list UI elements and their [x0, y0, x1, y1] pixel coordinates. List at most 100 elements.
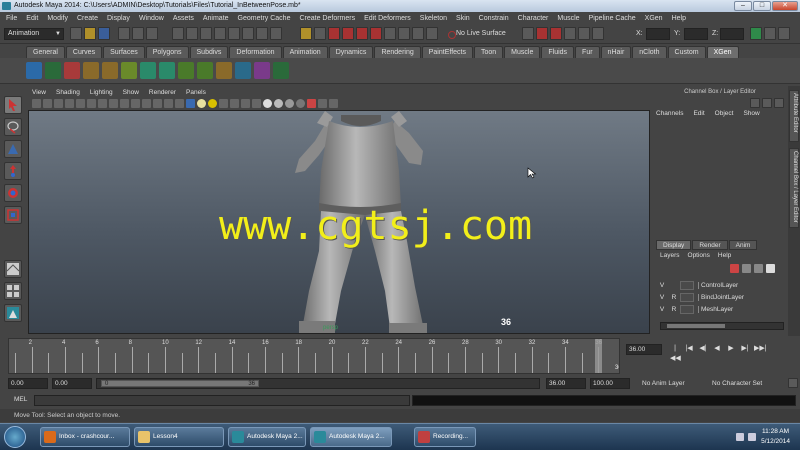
select-curves-icon[interactable]: [200, 27, 212, 40]
highlight-selection-icon[interactable]: [314, 27, 326, 40]
layer-tab-anim[interactable]: Anim: [728, 240, 758, 250]
render-settings-icon[interactable]: [564, 27, 576, 40]
wireframe-icon[interactable]: [153, 99, 162, 108]
timeline-playhead[interactable]: [595, 339, 603, 373]
minimize-button[interactable]: –: [734, 1, 752, 11]
viewport-menu-view[interactable]: View: [32, 88, 46, 98]
snap-grid-icon[interactable]: [328, 27, 340, 40]
menu-assets[interactable]: Assets: [173, 15, 194, 22]
step-forward-key-icon[interactable]: ▶|: [740, 344, 750, 354]
range-slider-handle[interactable]: 0 36: [101, 380, 259, 387]
select-camera-icon[interactable]: [32, 99, 41, 108]
rotate-tool-icon[interactable]: [4, 184, 22, 202]
layer-display-type-toggle[interactable]: R: [668, 294, 680, 301]
wireframe-on-shaded-icon[interactable]: [175, 99, 184, 108]
hud-icon[interactable]: [318, 99, 327, 108]
save-scene-icon[interactable]: [98, 27, 110, 40]
mel-label[interactable]: MEL: [14, 395, 27, 405]
animation-preferences-icon[interactable]: [788, 378, 798, 388]
menu-skin[interactable]: Skin: [456, 15, 470, 22]
menu-muscle[interactable]: Muscle: [557, 15, 579, 22]
select-deformations-icon[interactable]: [228, 27, 240, 40]
xgen-brush-icon[interactable]: [235, 62, 251, 79]
shelf-tab-polygons[interactable]: Polygons: [145, 46, 189, 58]
shelf-tab-painteffects[interactable]: PaintEffects: [421, 46, 473, 58]
make-live-icon[interactable]: [384, 27, 396, 40]
menu-pipeline-cache[interactable]: Pipeline Cache: [589, 15, 636, 22]
shelf-tab-subdivs[interactable]: Subdivs: [189, 46, 229, 58]
end-time-field[interactable]: 100.00: [590, 378, 630, 389]
menu-display[interactable]: Display: [107, 15, 130, 22]
x-field[interactable]: [646, 28, 670, 40]
render-view-icon[interactable]: [522, 27, 534, 40]
xgen-grass-icon[interactable]: [273, 62, 289, 79]
move-tool-icon[interactable]: [4, 162, 22, 180]
layer-row[interactable]: V R BindJointLayer: [656, 292, 784, 303]
layer-editor-icon[interactable]: [762, 98, 772, 108]
open-scene-icon[interactable]: [84, 27, 96, 40]
channel-menu-object[interactable]: Object: [715, 110, 734, 117]
xgen-render-icon[interactable]: [254, 62, 270, 79]
shelf-tab-rendering[interactable]: Rendering: [374, 46, 421, 58]
xray-icon[interactable]: [274, 99, 283, 108]
use-all-lights-icon[interactable]: [197, 99, 206, 108]
menu-help[interactable]: Help: [672, 15, 686, 22]
select-surfaces-icon[interactable]: [214, 27, 226, 40]
object-mode-icon[interactable]: [132, 27, 144, 40]
menu-set-dropdown[interactable]: Animation ▼: [4, 28, 64, 40]
channel-menu-edit[interactable]: Edit: [693, 110, 704, 117]
start-button[interactable]: [4, 426, 26, 448]
layer-menu-options[interactable]: Options: [688, 252, 710, 259]
xgen-add-guide-icon[interactable]: [140, 62, 156, 79]
menu-modify[interactable]: Modify: [47, 15, 68, 22]
menu-geometry-cache[interactable]: Geometry Cache: [238, 15, 291, 22]
viewport-menu-shading[interactable]: Shading: [56, 88, 80, 98]
smooth-shade-icon[interactable]: [164, 99, 173, 108]
channel-menu-show[interactable]: Show: [743, 110, 759, 117]
close-button[interactable]: ✕: [772, 1, 798, 11]
render-frame-icon[interactable]: [536, 27, 548, 40]
range-slider[interactable]: 0 36: [96, 378, 540, 389]
bookmark-icon[interactable]: [54, 99, 63, 108]
maximize-button[interactable]: □: [753, 1, 771, 11]
shelf-tab-muscle[interactable]: Muscle: [504, 46, 541, 58]
xgen-import-icon[interactable]: [83, 62, 99, 79]
construction-history-icon[interactable]: [426, 27, 438, 40]
snap-view-plane-icon[interactable]: [370, 27, 382, 40]
motion-blur-icon[interactable]: [230, 99, 239, 108]
layer-visibility-toggle[interactable]: V: [656, 306, 668, 313]
y-field[interactable]: [684, 28, 708, 40]
shelf-tab-curves[interactable]: Curves: [65, 46, 103, 58]
input-ops-icon[interactable]: [398, 27, 410, 40]
select-misc-icon[interactable]: [270, 27, 282, 40]
select-handles-icon[interactable]: [172, 27, 184, 40]
taskbar-task[interactable]: Autodesk Maya 2...: [228, 427, 306, 447]
new-layer-selected-icon[interactable]: [742, 264, 751, 273]
gate-mask-icon[interactable]: [109, 99, 118, 108]
menu-file[interactable]: File: [6, 15, 17, 22]
menu-edit-deformers[interactable]: Edit Deformers: [364, 15, 411, 22]
shelf-tab-deformation[interactable]: Deformation: [229, 46, 282, 58]
menu-edit[interactable]: Edit: [26, 15, 38, 22]
layer-color-swatch[interactable]: [680, 281, 694, 290]
resolution-gate-icon[interactable]: [98, 99, 107, 108]
current-time-field[interactable]: 36.00: [626, 344, 662, 355]
xgen-groom-icon[interactable]: [178, 62, 194, 79]
volume-icon[interactable]: [748, 433, 756, 441]
xgen-window-icon[interactable]: [26, 62, 42, 79]
xray-active-components-icon[interactable]: [296, 99, 305, 108]
layer-editor-scrollbar[interactable]: [660, 322, 784, 330]
new-layer-icon[interactable]: [730, 264, 739, 273]
transform-mode-icon[interactable]: [592, 27, 604, 40]
xgen-preview-icon[interactable]: [45, 62, 61, 79]
shelf-tab-toon[interactable]: Toon: [473, 46, 504, 58]
select-tool-icon[interactable]: [4, 96, 22, 114]
shadows-icon[interactable]: [208, 99, 217, 108]
camera-attributes-icon[interactable]: [43, 99, 52, 108]
xray-joints-icon[interactable]: [285, 99, 294, 108]
layer-menu-help[interactable]: Help: [718, 252, 731, 259]
select-rendering-icon[interactable]: [256, 27, 268, 40]
toggle-tool-settings-icon[interactable]: [764, 27, 776, 40]
four-view-layout-icon[interactable]: [4, 282, 22, 300]
grid-icon[interactable]: [76, 99, 85, 108]
